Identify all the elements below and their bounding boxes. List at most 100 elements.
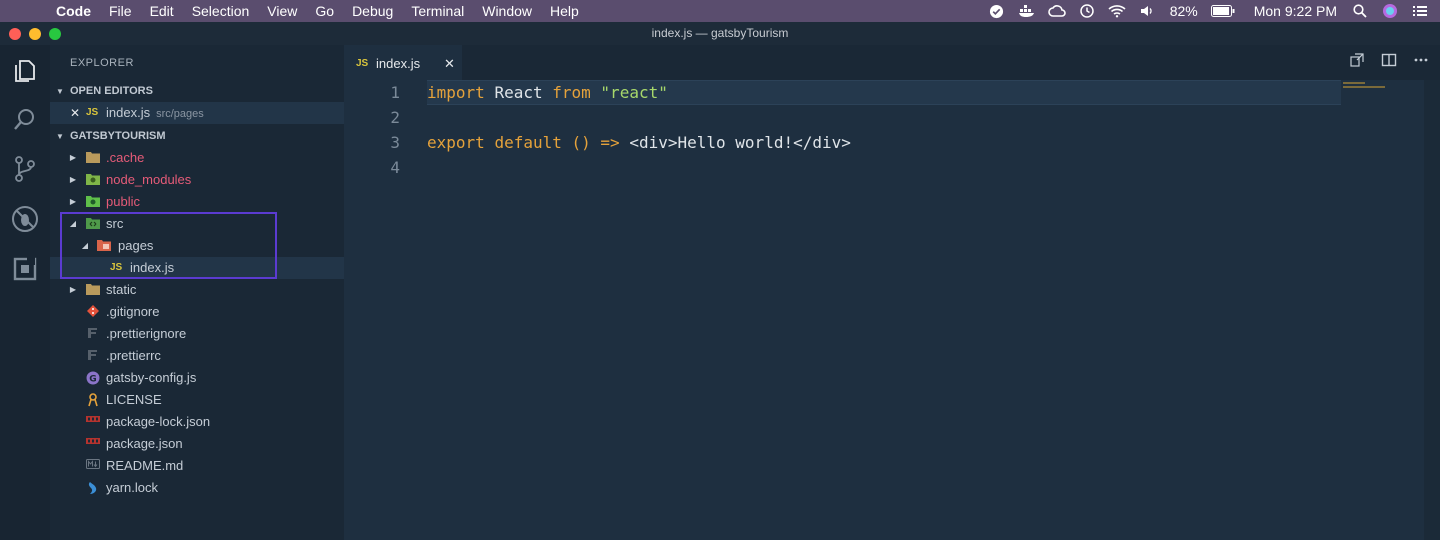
docker-icon[interactable] (1017, 3, 1037, 19)
pages-folder-icon (97, 239, 111, 253)
chevron-down-icon: ▼ (56, 87, 64, 96)
project-folder-header[interactable]: ▼ GATSBYTOURISM (50, 125, 344, 147)
tree-item-label: .prettierrc (106, 348, 161, 363)
svg-text:G: G (89, 375, 96, 385)
wifi-icon[interactable] (1107, 3, 1127, 19)
prettier-icon (86, 327, 100, 341)
minimap-line (1343, 86, 1385, 88)
search-icon[interactable] (11, 106, 39, 134)
tree-item-gatsby-config[interactable]: G gatsby-config.js (50, 367, 344, 389)
code-line-1[interactable]: import React from "react" (427, 80, 668, 105)
menu-view[interactable]: View (258, 0, 306, 22)
tree-item-package-json[interactable]: package.json (50, 433, 344, 455)
notification-center-icon[interactable] (1410, 3, 1430, 19)
spotlight-search-icon[interactable] (1350, 3, 1370, 19)
tree-item-public[interactable]: ▶ public (50, 191, 344, 213)
tree-item-static[interactable]: ▶ static (50, 279, 344, 301)
menu-terminal[interactable]: Terminal (402, 0, 473, 22)
tree-item-label: gatsby-config.js (106, 370, 197, 385)
open-changes-icon[interactable] (1346, 52, 1368, 74)
menubar-clock[interactable]: Mon 9:22 PM (1254, 3, 1337, 19)
tree-item-gitignore[interactable]: .gitignore (50, 301, 344, 323)
menu-selection[interactable]: Selection (183, 0, 259, 22)
code-editor[interactable]: import React from "react" export default… (427, 80, 1440, 540)
menu-code[interactable]: Code (56, 0, 100, 22)
tree-item-label: package-lock.json (106, 414, 211, 429)
debug-icon[interactable] (11, 205, 39, 233)
window-zoom-button[interactable] (49, 28, 61, 40)
menu-debug[interactable]: Debug (343, 0, 402, 22)
tree-item-cache[interactable]: ▶ .cache (50, 147, 344, 169)
menu-go[interactable]: Go (306, 0, 343, 22)
npm-icon (86, 415, 100, 429)
split-editor-icon[interactable] (1378, 52, 1400, 74)
javascript-file-icon: JS (110, 262, 123, 273)
tree-item-index-js[interactable]: JS index.js (50, 257, 344, 279)
tree-item-label: node_modules (106, 172, 192, 187)
node-folder-icon (86, 173, 100, 187)
chevron-right-icon: ▶ (69, 175, 77, 184)
menu-edit[interactable]: Edit (141, 0, 183, 22)
menu-file[interactable]: File (100, 0, 141, 22)
window-title-bar: index.js — gatsbyTourism (0, 22, 1440, 45)
open-editor-index-js[interactable]: ✕ JS index.js src/pages (50, 102, 344, 124)
git-icon (86, 305, 100, 319)
tree-item-readme[interactable]: README.md (50, 455, 344, 477)
chevron-down-icon: ◢ (81, 241, 89, 250)
menu-help[interactable]: Help (541, 0, 588, 22)
javascript-file-icon: JS (86, 107, 99, 118)
javascript-file-icon: JS (356, 58, 369, 69)
editor-actions (1336, 45, 1432, 80)
close-icon[interactable]: ✕ (70, 102, 80, 124)
line-number: 2 (390, 108, 400, 127)
check-circle-icon[interactable] (987, 3, 1007, 19)
menu-window[interactable]: Window (473, 0, 541, 22)
tree-item-node-modules[interactable]: ▶ node_modules (50, 169, 344, 191)
folder-icon (86, 283, 100, 297)
tree-item-label: index.js (130, 260, 175, 275)
creative-cloud-icon[interactable] (1047, 3, 1067, 19)
explorer-files-icon[interactable] (11, 57, 39, 85)
window-title: index.js — gatsbyTourism (651, 26, 789, 40)
window-close-button[interactable] (9, 28, 21, 40)
tree-item-label: .gitignore (106, 304, 160, 319)
window-minimize-button[interactable] (29, 28, 41, 40)
minimap[interactable] (1343, 82, 1388, 88)
more-actions-icon[interactable] (1410, 52, 1432, 74)
tree-item-yarn-lock[interactable]: yarn.lock (50, 477, 344, 499)
line-number: 1 (390, 83, 400, 102)
open-editors-header[interactable]: ▼ OPEN EDITORS (50, 80, 344, 102)
open-editor-filename: index.js (106, 105, 151, 120)
editor-scrollbar[interactable] (1424, 80, 1440, 540)
tree-item-label: yarn.lock (106, 480, 159, 495)
code-line-3[interactable]: export default () => <div>Hello world!</… (427, 130, 851, 155)
siri-icon[interactable] (1380, 3, 1400, 19)
tree-item-license[interactable]: LICENSE (50, 389, 344, 411)
line-number: 3 (390, 133, 400, 152)
chevron-right-icon: ▶ (69, 285, 77, 294)
minimap-line (1343, 82, 1365, 84)
tree-item-prettierrc[interactable]: .prettierrc (50, 345, 344, 367)
source-control-icon[interactable] (11, 155, 39, 183)
tree-item-src[interactable]: ◢ src (50, 213, 344, 235)
public-folder-icon (86, 195, 100, 209)
license-icon (86, 393, 100, 407)
chevron-down-icon: ◢ (69, 219, 77, 228)
line-number: 4 (390, 158, 400, 177)
battery-icon[interactable] (1210, 3, 1235, 19)
chevron-right-icon: ▶ (69, 153, 77, 162)
time-machine-icon[interactable] (1077, 3, 1097, 19)
status-menus: 82% Mon 9:22 PM (982, 0, 1440, 22)
tree-item-package-lock[interactable]: package-lock.json (50, 411, 344, 433)
tab-index-js[interactable]: JS index.js ✕ (344, 45, 462, 80)
tree-item-label: package.json (106, 436, 183, 451)
tree-item-label: README.md (106, 458, 184, 473)
tree-item-prettierignore[interactable]: .prettierignore (50, 323, 344, 345)
folder-icon (86, 151, 100, 165)
close-icon[interactable]: ✕ (444, 46, 455, 81)
tree-item-label: public (106, 194, 140, 209)
tree-item-pages[interactable]: ◢ pages (50, 235, 344, 257)
extensions-icon[interactable] (11, 255, 39, 283)
volume-icon[interactable] (1137, 3, 1157, 19)
tree-item-label: static (106, 282, 137, 297)
